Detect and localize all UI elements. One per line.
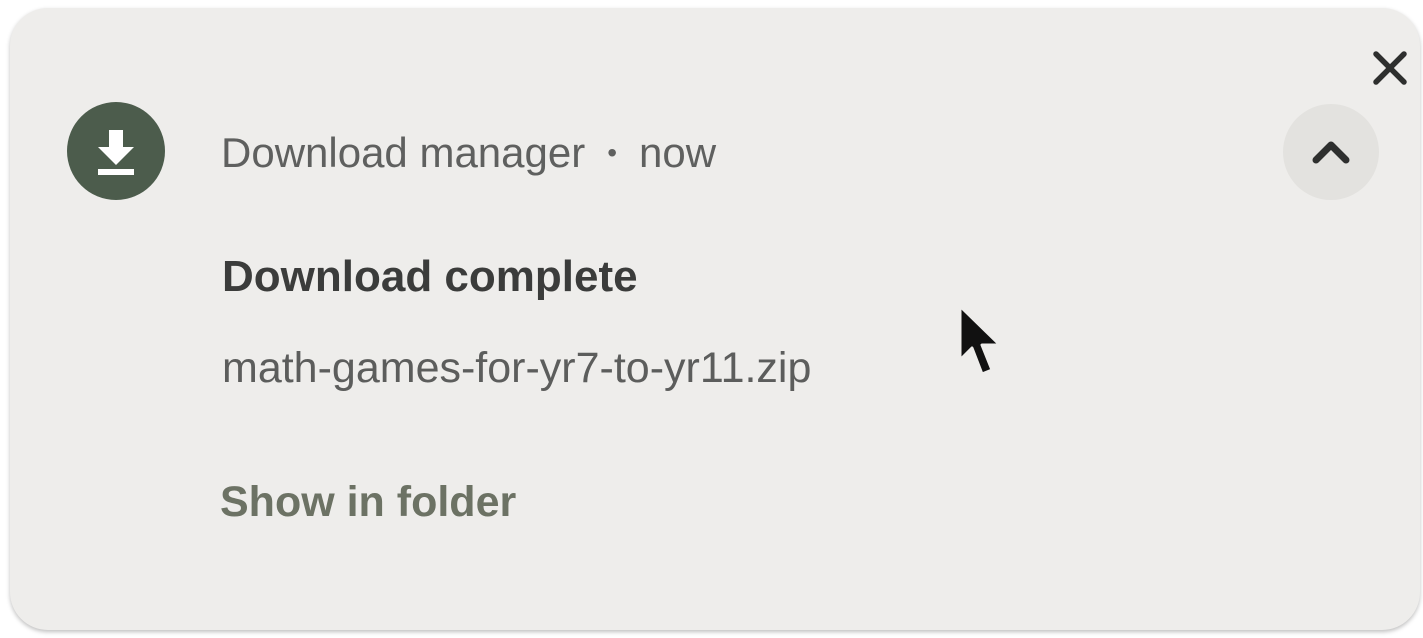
collapse-button[interactable] bbox=[1283, 104, 1379, 200]
show-in-folder-button[interactable]: Show in folder bbox=[220, 478, 516, 527]
separator-dot: • bbox=[607, 137, 618, 168]
close-button[interactable] bbox=[1360, 38, 1420, 98]
notification-time: now bbox=[639, 129, 717, 176]
app-name: Download manager bbox=[221, 129, 586, 176]
notification-header: Download manager • now bbox=[221, 125, 716, 181]
download-icon bbox=[67, 102, 165, 200]
notification-title: Download complete bbox=[222, 252, 638, 301]
download-notification: Download manager • now Download complete m… bbox=[10, 8, 1420, 630]
close-icon bbox=[1373, 51, 1407, 85]
file-name: math-games-for-yr7-to-yr11.zip bbox=[222, 344, 812, 392]
chevron-up-icon bbox=[1312, 141, 1350, 164]
mouse-cursor-icon bbox=[958, 304, 1002, 376]
